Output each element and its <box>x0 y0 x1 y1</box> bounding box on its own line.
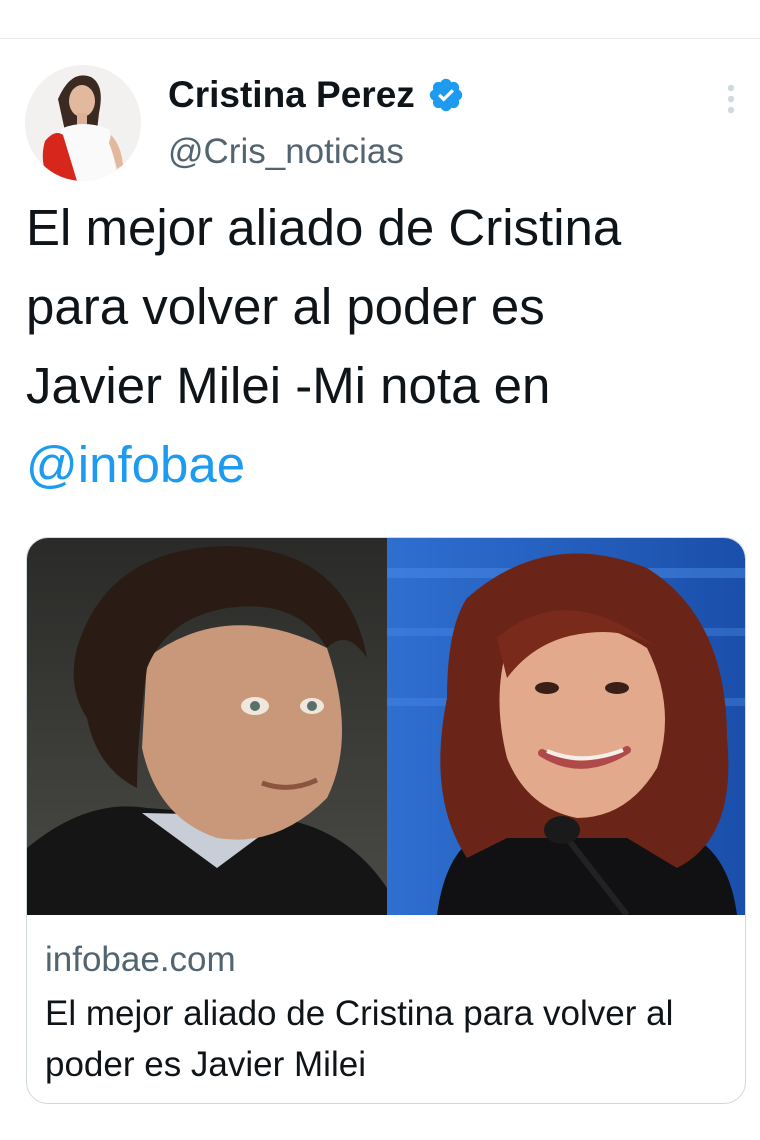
top-divider <box>0 38 760 39</box>
more-options-icon[interactable] <box>719 84 743 114</box>
link-card-image <box>27 538 745 915</box>
tweet-text-line: Javier Milei -Mi nota en <box>26 357 551 414</box>
tweet-text-line: para volver al poder es <box>26 278 545 335</box>
author-display-name[interactable]: Cristina Perez <box>168 72 465 118</box>
verified-badge-icon <box>427 76 465 114</box>
author-handle[interactable]: @Cris_noticias <box>168 130 404 174</box>
link-card-domain: infobae.com <box>45 940 236 979</box>
tweet-text-line: El mejor aliado de Cristina <box>26 199 622 256</box>
avatar-image <box>25 65 141 181</box>
link-card-title: El mejor aliado de Cristina para volver … <box>45 994 674 1084</box>
tweet-text: El mejor aliado de Cristina para volver … <box>26 188 746 504</box>
link-card[interactable]: infobae.com El mejor aliado de Cristina … <box>26 537 746 1104</box>
avatar[interactable] <box>25 65 141 181</box>
mention-link[interactable]: @infobae <box>26 436 245 493</box>
display-name-text: Cristina Perez <box>168 74 415 115</box>
